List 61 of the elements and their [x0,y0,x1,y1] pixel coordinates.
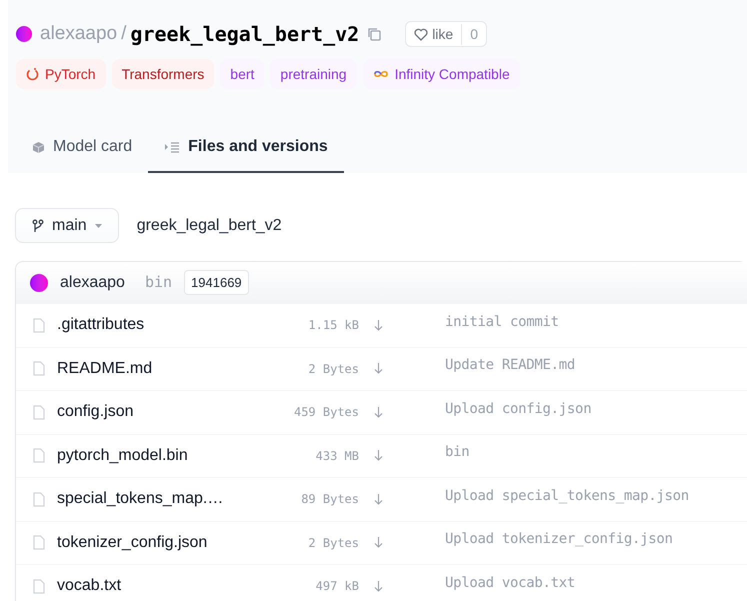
heart-icon [414,28,428,40]
file-size: 89 Bytes [300,491,359,508]
repo-title: greek_legal_bert_v2 [130,21,360,48]
commit-hash[interactable]: 1941669 [184,270,249,296]
caret-icon [94,224,102,228]
tag[interactable]: Infinity Compatible [362,59,520,89]
commit-message[interactable]: Upload special_tokens_map.json [445,486,689,507]
file-name[interactable]: .gitattributes [57,313,247,338]
file-icon [33,404,45,420]
avatar [30,274,48,292]
file-name[interactable]: config.json [57,400,247,424]
infinity-icon [372,69,389,79]
commit-message[interactable]: Upload tokenizer_config.json [445,529,673,550]
commit-message[interactable]: Upload vocab.txt [445,572,576,594]
file-size: 1.15 kB [307,317,359,334]
file-name[interactable]: special_tokens_map.… [57,487,247,512]
commit-message[interactable]: bin [445,442,470,464]
cube-icon [32,140,45,154]
flame-ring-icon [26,67,39,81]
download-icon [374,320,383,331]
file-icon [33,318,45,333]
download-icon [374,494,383,505]
file-size: 497 kB [314,578,359,596]
download-icon [374,580,383,592]
file-icon [33,535,45,550]
branch-selector[interactable]: main [15,208,119,243]
commit-author[interactable]: alexaapo [60,270,125,294]
list-icon [164,141,180,153]
file-name[interactable]: tokenizer_config.json [57,530,247,555]
like-button[interactable]: like 0 [405,21,487,47]
download-icon [374,406,383,418]
tag[interactable]: PyTorch [16,59,106,89]
file-size: 2 Bytes [307,360,359,378]
tag[interactable]: pretraining [270,59,357,89]
file-name[interactable]: vocab.txt [57,574,247,598]
commit-message[interactable]: Upload config.json [445,398,592,420]
tab[interactable]: Model card [16,123,148,173]
path-separator: / [121,22,126,46]
tag[interactable]: Transformers [112,59,214,89]
breadcrumb-path: greek_legal_bert_v2 [136,216,282,236]
file-name[interactable]: README.md [57,356,247,381]
branch-icon [32,218,44,232]
file-icon [33,448,45,464]
file-size: 433 MB [314,448,359,465]
commit-message[interactable]: initial commit [445,312,559,333]
file-icon [33,361,45,376]
avatar [16,26,32,42]
download-icon [374,537,383,548]
file-name[interactable]: pytorch_model.bin [57,444,247,468]
commit-message[interactable]: Update README.md [445,355,576,376]
file-size: 2 Bytes [307,534,359,552]
file-icon [33,492,45,507]
file-size: 459 Bytes [292,404,359,422]
copy-icon[interactable] [367,27,382,41]
tag[interactable]: bert [220,59,264,89]
download-icon [374,363,383,374]
download-icon [374,450,383,462]
like-label: like [432,24,454,44]
like-count: 0 [461,24,486,44]
file-icon [33,578,45,594]
tab[interactable]: Files and versions [148,123,344,173]
